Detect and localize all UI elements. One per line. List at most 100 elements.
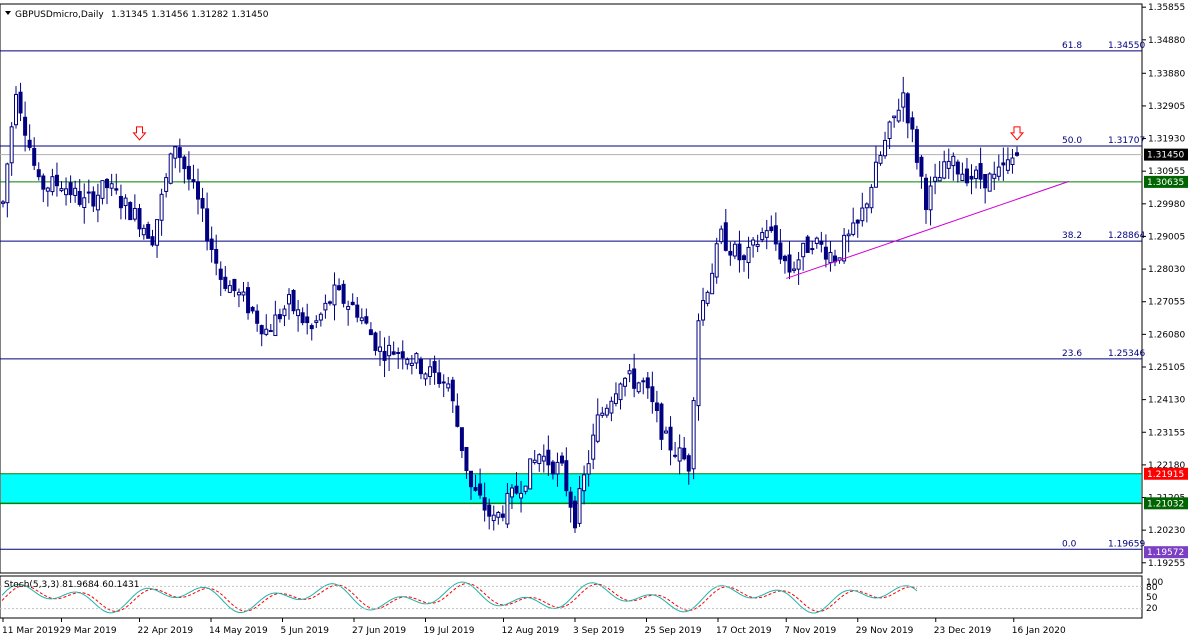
candle-body xyxy=(359,317,364,322)
x-tick-label: 5 Jun 2019 xyxy=(281,626,330,636)
candle-body xyxy=(568,491,573,508)
candle-body xyxy=(537,454,542,465)
candle-body xyxy=(1005,159,1010,171)
candle-body xyxy=(951,155,956,167)
candle-body xyxy=(860,207,865,222)
candle-body xyxy=(910,117,915,130)
candle-body xyxy=(760,232,765,241)
candle-body xyxy=(291,290,296,312)
x-tick-label: 11 Mar 2019 xyxy=(2,626,59,636)
candle-body xyxy=(482,497,487,511)
candle-body xyxy=(277,314,282,320)
candle-body xyxy=(141,227,146,236)
candle-body xyxy=(933,176,938,182)
candle-body xyxy=(586,463,591,475)
candle-body xyxy=(50,176,55,193)
candle-body xyxy=(23,116,28,136)
candle-body xyxy=(1001,162,1006,166)
fib-level-label: 50.0 xyxy=(1062,136,1082,146)
candle-body xyxy=(191,179,196,183)
candle-body xyxy=(946,160,951,169)
candle-body xyxy=(469,470,473,488)
fib-price-label: 1.25346 xyxy=(1108,349,1145,359)
candle-body xyxy=(778,242,783,260)
candle-body xyxy=(364,316,369,324)
candle-body xyxy=(796,259,801,270)
candle-body xyxy=(1010,157,1015,166)
candle-body xyxy=(146,223,151,239)
candle-body xyxy=(673,454,678,457)
candle-body xyxy=(686,455,691,472)
symbol-label: GBPUSDmicro,Daily xyxy=(15,10,104,20)
candle-body xyxy=(582,474,587,492)
candle-body xyxy=(123,197,128,207)
candle-body xyxy=(9,126,14,164)
candle-body xyxy=(100,180,105,199)
candle-body xyxy=(86,191,91,194)
candle-body xyxy=(173,146,178,159)
x-tick-label: 12 Aug 2019 xyxy=(502,626,560,636)
candle-body xyxy=(677,447,682,462)
price-tag-label: 1.31450 xyxy=(1147,151,1184,161)
candle-body xyxy=(355,304,360,318)
price-tag-label: 1.21915 xyxy=(1147,470,1184,480)
candle-body xyxy=(368,329,373,336)
candle-body xyxy=(983,173,988,189)
candle-body xyxy=(810,248,815,251)
candle-body xyxy=(604,407,609,416)
candle-body xyxy=(591,434,596,460)
candle-body xyxy=(250,306,255,312)
stoch-level-50: 50 xyxy=(1146,593,1158,603)
candle-body xyxy=(36,169,41,178)
x-tick-label: 16 Jan 2020 xyxy=(1012,626,1066,636)
candle-body xyxy=(546,449,551,466)
candle-body xyxy=(769,226,774,232)
candle-body xyxy=(205,208,210,242)
candle-body xyxy=(282,308,287,317)
candle-body xyxy=(150,236,155,246)
candle-body xyxy=(423,373,428,380)
candle-body xyxy=(828,251,833,264)
candle-body xyxy=(5,163,10,204)
candle-body xyxy=(236,291,241,296)
candle-body xyxy=(137,208,142,230)
candle-body xyxy=(742,255,746,261)
y-tick-label: 1.20230 xyxy=(1148,526,1185,536)
candle-body xyxy=(664,430,668,434)
candle-body xyxy=(728,250,733,256)
x-tick-label: 25 Sep 2019 xyxy=(645,626,702,636)
candle-body xyxy=(200,197,205,209)
candle-body xyxy=(459,427,464,451)
candle-body xyxy=(455,405,460,427)
candle-body xyxy=(209,238,214,251)
candle-body xyxy=(564,460,569,492)
candle-body xyxy=(227,285,232,293)
x-tick-label: 29 Mar 2019 xyxy=(60,626,117,636)
fib-price-label: 1.34550 xyxy=(1108,41,1145,51)
y-tick-label: 1.29980 xyxy=(1148,200,1185,210)
candle-body xyxy=(446,383,451,389)
candle-body xyxy=(314,320,319,323)
candle-body xyxy=(823,246,828,260)
candle-body xyxy=(287,294,291,305)
candle-body xyxy=(528,458,533,490)
y-tick-label: 1.30955 xyxy=(1148,167,1185,177)
candle-body xyxy=(842,234,847,262)
candle-body xyxy=(177,147,182,158)
x-tick-label: 14 May 2019 xyxy=(209,626,268,636)
y-tick-label: 1.26080 xyxy=(1148,330,1185,340)
candle-body xyxy=(723,222,728,251)
candle-body xyxy=(873,161,878,188)
candle-body xyxy=(464,446,469,472)
candle-body xyxy=(573,500,577,529)
candle-body xyxy=(132,207,137,220)
candle-body xyxy=(969,175,974,180)
candle-body xyxy=(500,513,505,518)
candle-body xyxy=(710,272,715,295)
candle-body xyxy=(782,255,787,262)
candle-body xyxy=(496,511,501,518)
y-tick-label: 1.27055 xyxy=(1148,298,1185,308)
candle-body xyxy=(418,358,423,375)
candle-body xyxy=(509,487,514,498)
candle-body xyxy=(924,177,928,210)
